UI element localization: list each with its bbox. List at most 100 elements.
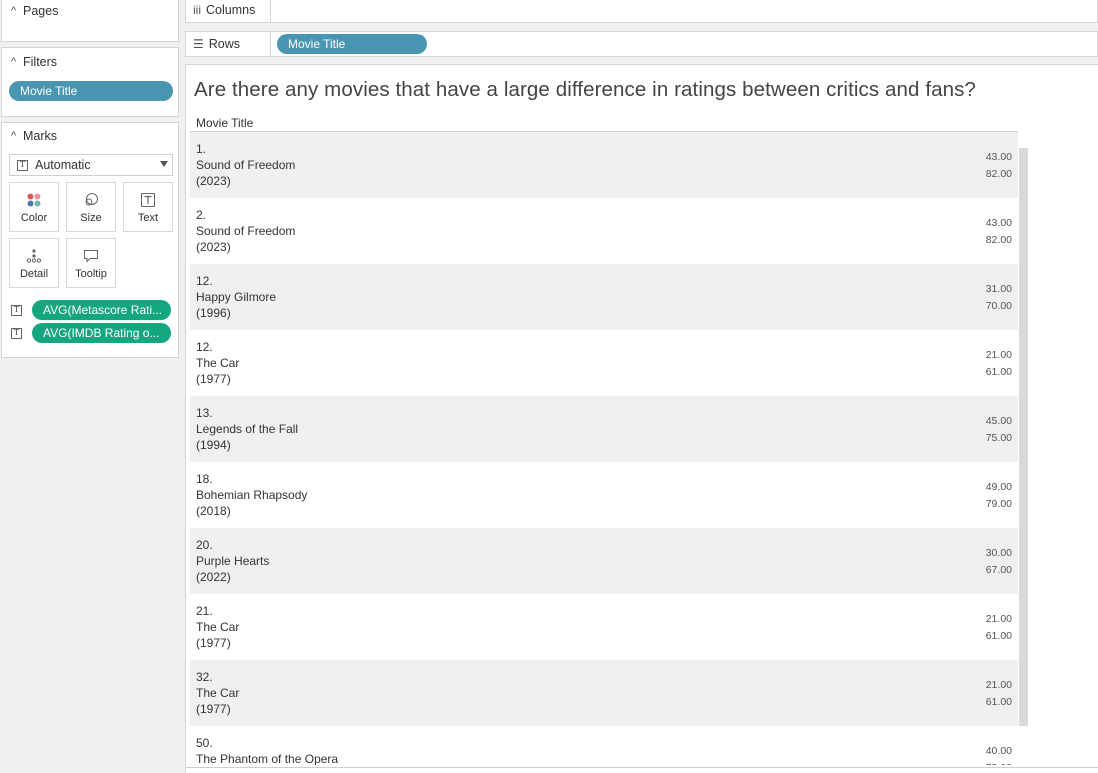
row-values: 49.00 79.00: [986, 479, 1012, 513]
tooltip-icon: [83, 247, 99, 265]
imdb-value: 82.00: [985, 168, 1012, 180]
row-label: 20. Purple Hearts (2022): [196, 537, 269, 585]
row-values: 40.00 72.00: [986, 743, 1012, 765]
row-values: 43.00 82.00: [986, 149, 1012, 183]
rows-icon: ☰: [193, 37, 204, 51]
row-rank: 12.: [196, 340, 213, 354]
row-values: 21.00 61.00: [986, 677, 1012, 711]
marks-card: ^ Marks T Automatic Color Size Text Deta…: [1, 122, 179, 358]
row-year: (1977): [196, 702, 231, 716]
table-row[interactable]: 20. Purple Hearts (2022) 30.00 67.00: [190, 528, 1018, 594]
metascore-value: 43.00: [985, 217, 1012, 229]
pages-label: Pages: [23, 4, 59, 18]
filter-pill-movie-title[interactable]: Movie Title: [9, 81, 173, 101]
table-rows: 1. Sound of Freedom (2023) 43.00 82.00 2…: [190, 132, 1018, 765]
table-row[interactable]: 18. Bohemian Rhapsody (2018) 49.00 79.00: [190, 462, 1018, 528]
row-label: 13. Legends of the Fall (1994): [196, 405, 298, 453]
filters-header[interactable]: ^ Filters: [2, 52, 178, 72]
row-label: 2. Sound of Freedom (2023): [196, 207, 295, 255]
row-label: 12. The Car (1977): [196, 339, 239, 387]
row-title: Purple Hearts: [196, 554, 270, 568]
row-values: 21.00 61.00: [986, 347, 1012, 381]
chevron-up-icon[interactable]: ^: [11, 56, 23, 68]
column-header-movie-title[interactable]: Movie Title: [196, 116, 253, 130]
imdb-value: 70.00: [985, 300, 1012, 312]
imdb-value: 72.00: [986, 760, 1012, 765]
metascore-pill[interactable]: AVG(Metascore Rati...: [32, 300, 171, 320]
text-icon: [141, 191, 155, 209]
imdb-pill[interactable]: AVG(IMDB Rating o...: [32, 323, 171, 343]
text-mark-icon: T: [17, 159, 28, 171]
filters-card: ^ Filters Movie Title: [1, 47, 179, 117]
detail-button-label: Detail: [19, 267, 49, 280]
imdb-value: 61.00: [985, 630, 1012, 642]
detail-button[interactable]: Detail: [9, 238, 59, 288]
imdb-value: 61.00: [985, 366, 1012, 378]
color-button[interactable]: Color: [9, 182, 59, 232]
table-row[interactable]: 12. Happy Gilmore (1996) 31.00 70.00: [190, 264, 1018, 330]
row-year: (1977): [196, 636, 231, 650]
pages-header[interactable]: ^ Pages: [2, 1, 178, 21]
table-row[interactable]: 2. Sound of Freedom (2023) 43.00 82.00: [190, 198, 1018, 264]
imdb-value: 67.00: [985, 564, 1012, 576]
row-rank: 32.: [196, 670, 213, 684]
table-row[interactable]: 21. The Car (1977) 21.00 61.00: [190, 594, 1018, 660]
row-year: (1996): [196, 306, 231, 320]
color-button-label: Color: [20, 211, 48, 224]
metascore-value: 49.00: [985, 481, 1012, 493]
row-rank: 50.: [196, 736, 213, 750]
vertical-scrollbar[interactable]: [1019, 148, 1028, 726]
marks-header[interactable]: ^ Marks: [2, 126, 178, 146]
row-label: 18. Bohemian Rhapsody (2018): [196, 471, 307, 519]
chevron-up-icon[interactable]: ^: [11, 5, 23, 17]
metascore-value: 45.00: [985, 415, 1012, 427]
text-field-icon[interactable]: T: [11, 304, 22, 316]
row-label: 12. Happy Gilmore (1996): [196, 273, 276, 321]
row-title: Legends of the Fall: [196, 422, 299, 436]
tooltip-button-label: Tooltip: [75, 267, 107, 280]
size-button[interactable]: Size: [66, 182, 116, 232]
rows-pill-movie-title[interactable]: Movie Title: [277, 34, 427, 54]
table-row[interactable]: 13. Legends of the Fall (1994) 45.00 75.…: [190, 396, 1018, 462]
row-title: Sound of Freedom: [196, 158, 296, 172]
row-label: 50. The Phantom of the Opera: [196, 735, 338, 765]
bottom-divider: [186, 767, 1098, 768]
columns-label: Columns: [206, 3, 256, 17]
tooltip-button[interactable]: Tooltip: [66, 238, 116, 288]
text-button[interactable]: Text: [123, 182, 173, 232]
imdb-value: 75.00: [985, 432, 1012, 444]
chevron-down-icon[interactable]: [160, 161, 168, 167]
row-values: 21.00 61.00: [986, 611, 1012, 645]
chevron-up-icon[interactable]: ^: [11, 130, 23, 142]
row-year: (1977): [196, 372, 231, 386]
mark-type-dropdown[interactable]: T Automatic: [9, 154, 173, 176]
table-row[interactable]: 32. The Car (1977) 21.00 61.00: [190, 660, 1018, 726]
sidebar: ^ Pages ^ Filters Movie Title ^ Marks T …: [0, 0, 180, 773]
rows-shelf[interactable]: ☰ Rows Movie Title: [185, 31, 1098, 57]
row-title: Bohemian Rhapsody: [196, 488, 308, 502]
row-year: (2023): [196, 174, 231, 188]
detail-icon: [26, 247, 42, 265]
imdb-value: 82.00: [985, 234, 1012, 246]
metascore-pill-label: AVG(Metascore Rati...: [43, 303, 163, 317]
table-row[interactable]: 50. The Phantom of the Opera 40.00 72.00: [190, 726, 1018, 765]
row-year: (2018): [196, 504, 231, 518]
table-row[interactable]: 1. Sound of Freedom (2023) 43.00 82.00: [190, 132, 1018, 198]
metascore-value: 21.00: [985, 349, 1012, 361]
row-rank: 20.: [196, 538, 213, 552]
color-icon: [26, 191, 42, 209]
row-label: 1. Sound of Freedom (2023): [196, 141, 295, 189]
pages-card: ^ Pages: [1, 0, 179, 42]
row-year: (2022): [196, 570, 231, 584]
row-year: (1994): [196, 438, 231, 452]
table-row[interactable]: 12. The Car (1977) 21.00 61.00: [190, 330, 1018, 396]
row-rank: 12.: [196, 274, 213, 288]
text-field-icon[interactable]: T: [11, 327, 22, 339]
row-year: (2023): [196, 240, 231, 254]
marks-field-metascore: T AVG(Metascore Rati...: [11, 300, 171, 320]
metascore-value: 21.00: [985, 613, 1012, 625]
columns-shelf[interactable]: iii Columns: [185, 0, 1098, 23]
rows-shelf-label: ☰ Rows: [186, 32, 271, 56]
imdb-value: 79.00: [985, 498, 1012, 510]
columns-icon: iii: [193, 3, 201, 17]
